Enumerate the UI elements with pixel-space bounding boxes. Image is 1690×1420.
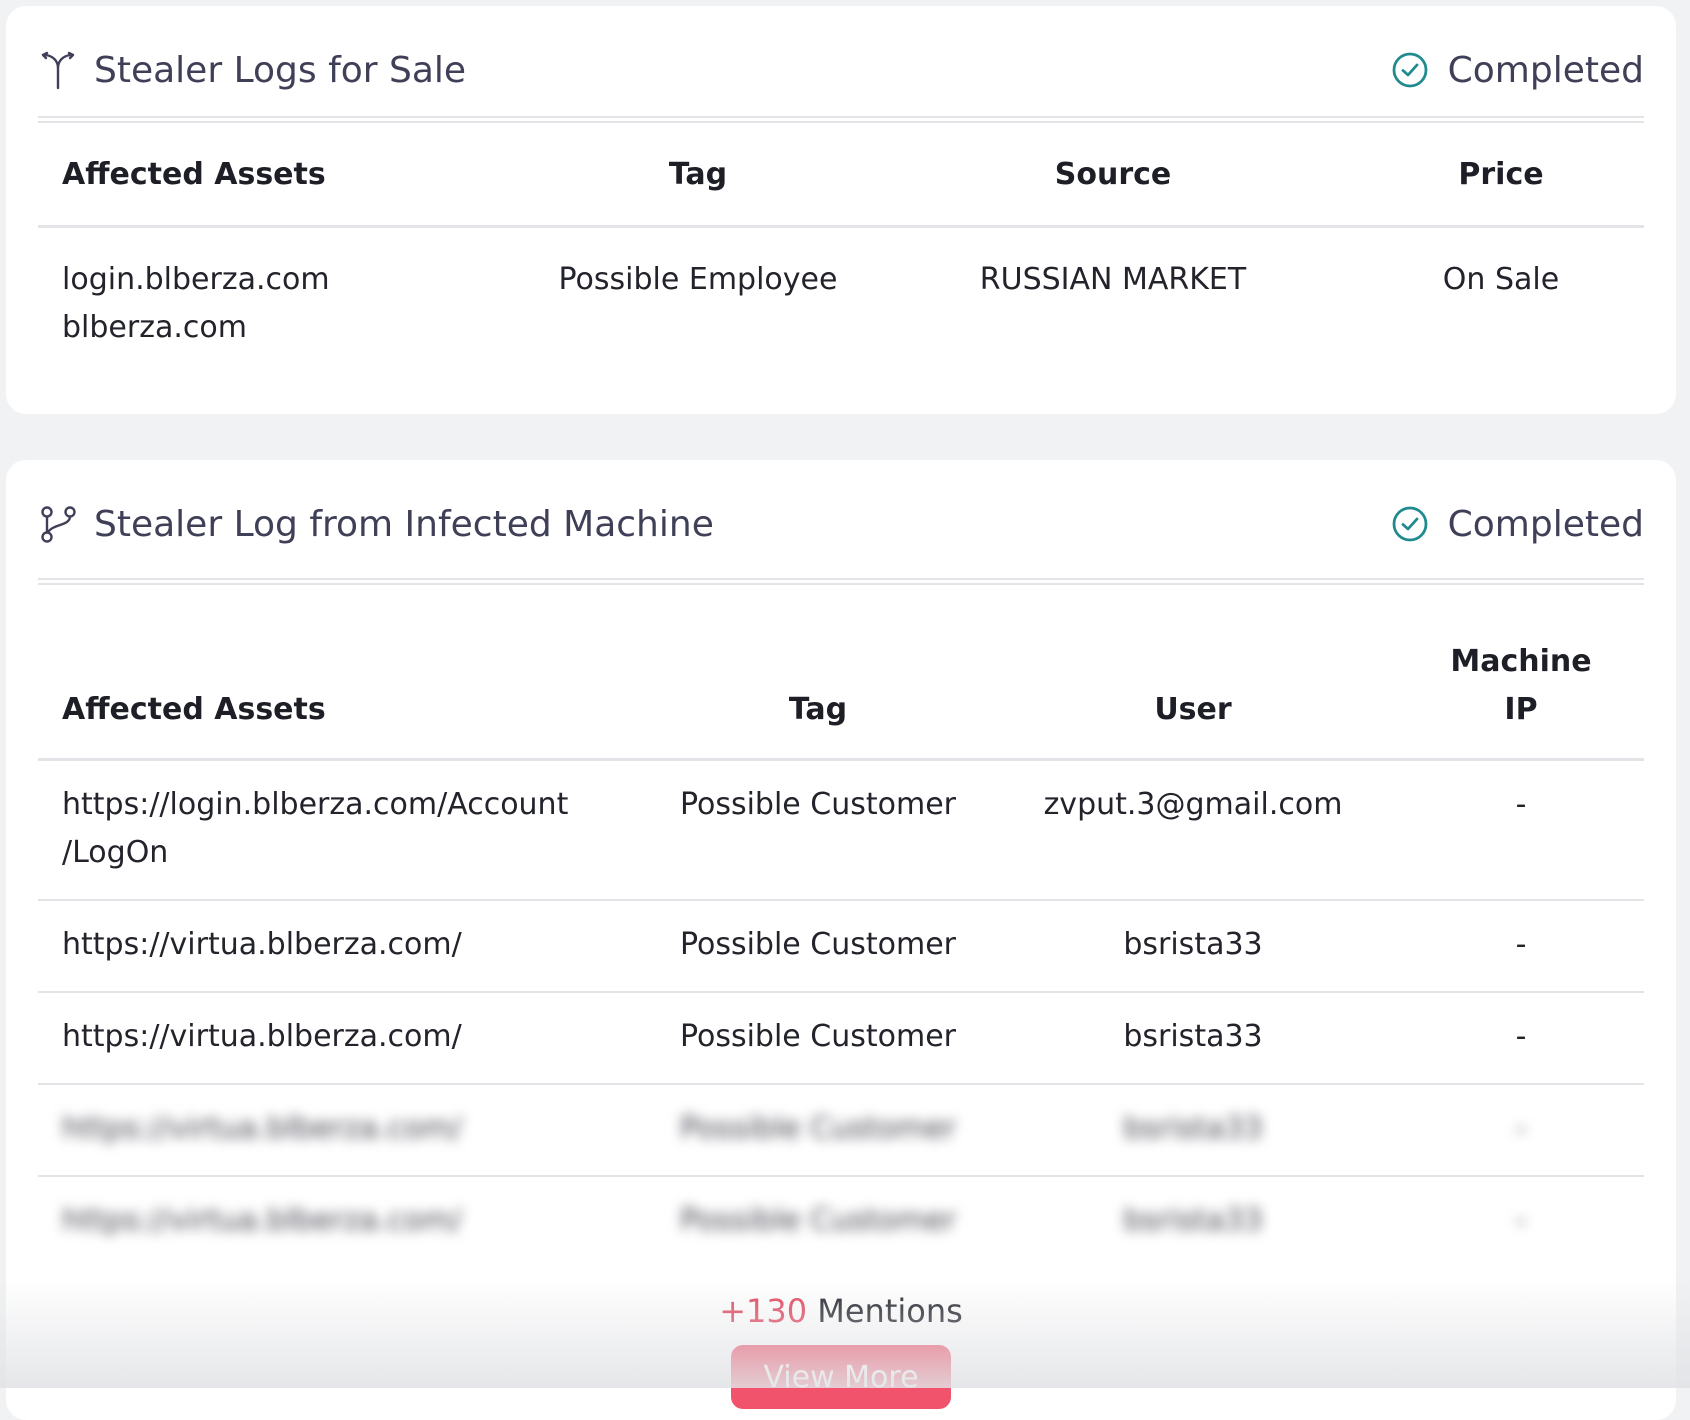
table-row: https://virtua.blberza.com/ Possible Cus… [38,900,1644,993]
card-header: Stealer Log from Infected Machine Comple… [38,488,1644,560]
tag-cell: Possible Customer [648,759,988,901]
user-cell: zvput.3@gmail.com [988,759,1398,901]
source-cell: RUSSIAN MARKET [979,262,1247,297]
user-cell: bsrista33 [988,1084,1398,1177]
asset-value: /LogOn [62,835,169,870]
tag-cell: Possible Customer [648,992,988,1085]
view-more-button[interactable]: View More [731,1345,951,1409]
affected-assets-cell: https://virtua.blberza.com/ [38,1084,648,1177]
asset-value: https://login.blberza.com/Account [62,787,569,822]
table-header-row: Affected Assets Tag Source Price [38,125,1644,228]
split-icon [38,50,78,90]
column-header-ip: IP [1504,692,1538,727]
affected-assets-cell: https://virtua.blberza.com/ [38,992,648,1085]
check-circle-icon [1392,52,1428,88]
machine-ip-cell: - [1398,900,1644,993]
card-title: Stealer Logs for Sale [94,49,467,91]
column-header-tag: Tag [528,125,868,228]
title-wrap: Stealer Log from Infected Machine [38,504,714,545]
mentions-count: +130 Mentions [6,1292,1676,1330]
asset-value: blberza.com [62,310,247,345]
infected-machine-table: Affected Assets Tag User Machine IP http… [38,587,1644,1267]
column-header-user: User [988,587,1398,761]
status-badge: Completed [1390,50,1644,91]
divider [38,116,1644,123]
card-title: Stealer Log from Infected Machine [94,503,714,545]
infected-machine-card: Stealer Log from Infected Machine Comple… [6,460,1676,1420]
machine-ip-cell: - [1515,1203,1527,1238]
status-text: Completed [1447,503,1644,545]
table-row: login.blberza.com blberza.com Possible E… [38,227,1644,354]
affected-assets-cell: login.blberza.com blberza.com [38,227,528,354]
asset-value: login.blberza.com [62,262,330,297]
table-row-blurred: https://virtua.blberza.com/ Possible Cus… [38,1084,1644,1177]
table-row: https://login.blberza.com/Account /LogOn… [38,759,1644,901]
check-circle-icon [1392,506,1428,542]
table-row-blurred: https://virtua.blberza.com/ Possible Cus… [38,1176,1644,1267]
tag-cell: Possible Customer [648,900,988,993]
column-header-machine: Machine [1450,644,1592,679]
affected-assets-cell: https://virtua.blberza.com/ [62,1203,462,1238]
machine-ip-cell: - [1398,759,1644,901]
column-header-affected-assets: Affected Assets [38,125,528,228]
branch-icon [38,504,78,544]
column-header-price: Price [1358,125,1644,228]
user-cell: bsrista33 [988,900,1398,993]
tag-cell: Possible Customer [648,1084,988,1177]
affected-assets-cell: https://virtua.blberza.com/ [38,900,648,993]
mentions-number: +130 [719,1292,808,1330]
status-text: Completed [1447,49,1644,91]
machine-ip-cell: - [1398,992,1644,1085]
column-header-tag: Tag [648,587,988,761]
tag-cell: Possible Customer [679,1203,957,1238]
tag-cell: Possible Employee [558,262,838,297]
column-header-machine-ip: Machine IP [1398,587,1644,761]
affected-assets-cell: https://login.blberza.com/Account /LogOn [38,759,648,901]
user-cell: bsrista33 [988,992,1398,1085]
price-cell: On Sale [1442,262,1560,297]
machine-ip-cell: - [1398,1084,1644,1177]
table-header-row: Affected Assets Tag User Machine IP [38,587,1644,761]
divider [38,578,1644,585]
card-header: Stealer Logs for Sale Completed [38,34,1644,106]
user-cell: bsrista33 [1123,1203,1263,1238]
stealer-logs-for-sale-card: Stealer Logs for Sale Completed Affected… [6,6,1676,414]
column-header-source: Source [868,125,1358,228]
status-badge: Completed [1390,504,1644,545]
sale-table: Affected Assets Tag Source Price login.b… [38,125,1644,353]
table-row: https://virtua.blberza.com/ Possible Cus… [38,992,1644,1085]
mentions-label: Mentions [817,1292,963,1330]
title-wrap: Stealer Logs for Sale [38,50,466,91]
column-header-affected-assets: Affected Assets [38,587,648,761]
